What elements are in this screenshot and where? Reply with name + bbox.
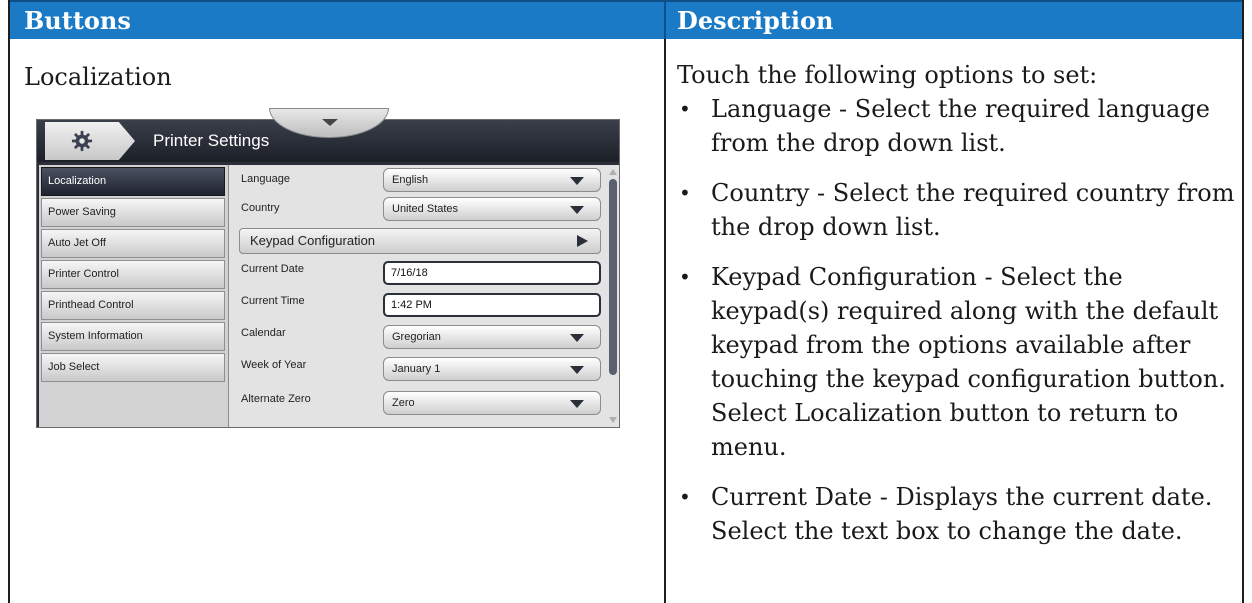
list-item-current-date: Current Date - Displays the current date… [711, 483, 1213, 545]
printer-settings-screenshot: Printer Settings Localization Power Savi… [36, 108, 620, 428]
dropdown-arrow-icon [570, 400, 584, 408]
keypad-configuration-button[interactable]: Keypad Configuration [239, 228, 601, 254]
sidebar-item-power-saving[interactable]: Power Saving [41, 198, 225, 227]
current-time-field[interactable]: 1:42 PM [383, 293, 601, 317]
calendar-label: Calendar [241, 327, 286, 339]
current-date-field[interactable]: 7/16/18 [383, 261, 601, 285]
description-intro: Touch the following options to set: [677, 61, 1098, 89]
language-label: Language [241, 173, 290, 185]
sidebar-item-job-select[interactable]: Job Select [41, 353, 225, 382]
dropdown-arrow-icon [570, 334, 584, 342]
country-value: United States [392, 203, 459, 215]
row-title: Localization [24, 63, 172, 91]
calendar-value: Gregorian [392, 331, 441, 343]
dropdown-arrow-icon [570, 366, 584, 374]
list-item-keypad-note: Select Localization button to return to … [711, 399, 1179, 461]
settings-list: Language English Country United States K… [233, 165, 603, 427]
screenshot-body: Localization Power Saving Auto Jet Off P… [39, 165, 619, 427]
alternate-zero-value: Zero [392, 397, 415, 409]
current-time-label: Current Time [241, 295, 305, 307]
gear-icon [71, 130, 93, 152]
sidebar-item-printhead-control[interactable]: Printhead Control [41, 291, 225, 320]
dropdown-arrow-icon [570, 177, 584, 185]
sidebar-item-printer-control[interactable]: Printer Control [41, 260, 225, 289]
sidebar-item-auto-jet-off[interactable]: Auto Jet Off [41, 229, 225, 258]
list-item: Country - Select the required country fr… [677, 176, 1237, 244]
calendar-dropdown[interactable]: Gregorian [383, 325, 601, 349]
header-divider [664, 2, 666, 41]
description-cell: Touch the following options to set: Lang… [677, 58, 1237, 548]
alternate-zero-dropdown[interactable]: Zero [383, 391, 601, 415]
screenshot-frame: Printer Settings Localization Power Savi… [36, 119, 620, 428]
alternate-zero-label: Alternate Zero [241, 393, 311, 405]
language-dropdown[interactable]: English [383, 168, 601, 192]
list-item: Current Date - Displays the current date… [677, 480, 1237, 548]
play-arrow-icon [577, 235, 588, 247]
list-item-country: Country - Select the required country fr… [711, 179, 1235, 241]
country-label: Country [241, 202, 280, 214]
list-item-keypad: Keypad Configuration - Select the keypad… [711, 263, 1226, 393]
language-value: English [392, 174, 429, 186]
document-table: Buttons Description Localization Printer… [8, 0, 1244, 603]
description-list: Language - Select the required language … [677, 92, 1237, 548]
settings-home-button[interactable] [45, 122, 135, 160]
settings-scrollbar[interactable] [607, 169, 619, 423]
country-dropdown[interactable]: United States [383, 197, 601, 221]
keypad-configuration-label: Keypad Configuration [250, 233, 376, 248]
week-of-year-dropdown[interactable]: January 1 [383, 357, 601, 381]
column-divider [664, 39, 666, 603]
list-item: Keypad Configuration - Select the keypad… [677, 260, 1237, 464]
scroll-down-icon[interactable] [609, 417, 617, 423]
settings-sidebar: Localization Power Saving Auto Jet Off P… [39, 165, 229, 427]
list-item: Language - Select the required language … [677, 92, 1237, 160]
screenshot-title: Printer Settings [153, 131, 270, 150]
sidebar-item-localization[interactable]: Localization [41, 167, 225, 196]
header-buttons: Buttons [24, 6, 131, 35]
header-description: Description [677, 6, 834, 35]
week-of-year-value: January 1 [392, 363, 441, 375]
table-header-row: Buttons Description [10, 0, 1242, 41]
scroll-up-icon[interactable] [609, 169, 617, 175]
week-of-year-label: Week of Year [241, 359, 307, 371]
sidebar-item-system-information[interactable]: System Information [41, 322, 225, 351]
current-date-label: Current Date [241, 263, 304, 275]
dropdown-arrow-icon [570, 206, 584, 214]
chevron-down-icon [322, 119, 338, 126]
scroll-thumb[interactable] [609, 179, 617, 375]
list-item-language: Language - Select the required language … [711, 95, 1210, 157]
